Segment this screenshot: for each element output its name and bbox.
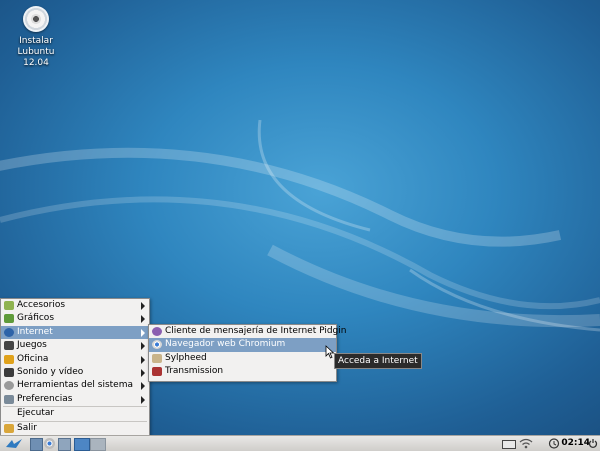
sound-video-icon — [4, 367, 14, 377]
browser-launcher[interactable] — [44, 438, 55, 449]
applications-menu: Accesorios Gráficos Internet Juegos Ofic… — [0, 298, 150, 436]
menu-item-label: Internet — [17, 326, 53, 337]
submenu-item-label: Navegador web Chromium — [165, 339, 286, 350]
menu-item-salir[interactable]: Salir — [1, 422, 149, 435]
file-manager-launcher[interactable] — [30, 438, 43, 451]
workspace-1[interactable] — [74, 438, 90, 451]
system-tools-icon — [4, 381, 14, 391]
submenu-item-chromium[interactable]: Navegador web Chromium — [149, 338, 336, 352]
submenu-arrow-icon — [141, 328, 145, 337]
menu-item-label: Juegos — [17, 340, 47, 351]
desktop-icon-install-lubuntu[interactable]: Instalar Lubuntu 12.04 — [6, 6, 66, 69]
menu-item-label: Salir — [17, 422, 37, 433]
games-icon — [4, 341, 14, 351]
submenu-arrow-icon — [141, 382, 145, 391]
menu-item-internet[interactable]: Internet — [1, 325, 149, 340]
submenu-arrow-icon — [141, 342, 145, 351]
accessories-icon — [4, 301, 14, 310]
menu-item-juegos[interactable]: Juegos — [1, 339, 149, 352]
submenu-arrow-icon — [141, 315, 145, 324]
menu-item-label: Herramientas del sistema — [17, 380, 134, 391]
submenu-arrow-icon — [141, 355, 145, 364]
menu-item-preferencias[interactable]: Preferencias — [1, 393, 149, 406]
submenu-item-transmission[interactable]: Transmission — [149, 365, 336, 378]
volume-icon[interactable] — [548, 438, 560, 449]
graphics-icon — [4, 314, 14, 324]
submenu-item-pidgin[interactable]: Cliente de mensajería de Internet Pidgin — [149, 325, 346, 338]
menu-item-label: Accesorios — [17, 300, 66, 310]
logout-icon — [4, 423, 14, 433]
start-menu-button[interactable] — [2, 438, 26, 449]
preferences-icon — [4, 394, 14, 404]
menu-item-ejecutar[interactable]: Ejecutar — [1, 407, 149, 420]
menu-item-accesorios[interactable]: Accesorios — [1, 299, 149, 312]
sylpheed-mail-icon — [152, 353, 162, 363]
menu-item-label: Ejecutar — [17, 408, 55, 419]
pidgin-icon — [152, 327, 162, 336]
desktop-icon-label-line1: Instalar — [19, 36, 53, 46]
submenu-arrow-icon — [141, 302, 145, 310]
panel-clock[interactable]: 02:14 — [561, 437, 590, 450]
battery-icon[interactable] — [502, 440, 516, 449]
lubuntu-bird-icon — [6, 439, 22, 448]
internet-globe-icon — [4, 327, 14, 337]
show-desktop-button[interactable] — [58, 438, 71, 451]
submenu-item-sylpheed[interactable]: Sylpheed — [149, 352, 336, 365]
network-wifi-icon[interactable] — [519, 438, 533, 449]
chromium-icon — [152, 340, 162, 350]
menu-item-label: Gráficos — [17, 313, 55, 324]
power-icon[interactable] — [588, 438, 598, 449]
workspace-2[interactable] — [90, 438, 106, 451]
menu-item-herramientas[interactable]: Herramientas del sistema — [1, 379, 149, 392]
submenu-arrow-icon — [141, 395, 145, 404]
submenu-item-label: Sylpheed — [165, 352, 207, 363]
menu-item-sonido-video[interactable]: Sonido y vídeo — [1, 366, 149, 379]
tooltip: Acceda a Internet — [334, 353, 422, 369]
office-icon — [4, 354, 14, 364]
internet-submenu: Cliente de mensajería de Internet Pidgin… — [148, 324, 346, 382]
submenu-item-label: Cliente de mensajería de Internet Pidgin — [165, 326, 347, 336]
mouse-pointer-icon — [325, 345, 335, 359]
desktop-icon-label-line2: Lubuntu 12.04 — [17, 47, 55, 68]
menu-item-label: Sonido y vídeo — [17, 366, 84, 377]
submenu-item-label: Transmission — [165, 366, 224, 377]
menu-item-label: Oficina — [17, 353, 49, 364]
menu-item-label: Preferencias — [17, 393, 73, 404]
submenu-arrow-icon — [141, 368, 145, 377]
cd-icon — [23, 6, 49, 32]
transmission-icon — [152, 367, 162, 377]
menu-item-oficina[interactable]: Oficina — [1, 353, 149, 366]
taskbar-panel: 02:14 — [0, 435, 600, 451]
menu-item-graficos[interactable]: Gráficos — [1, 312, 149, 325]
